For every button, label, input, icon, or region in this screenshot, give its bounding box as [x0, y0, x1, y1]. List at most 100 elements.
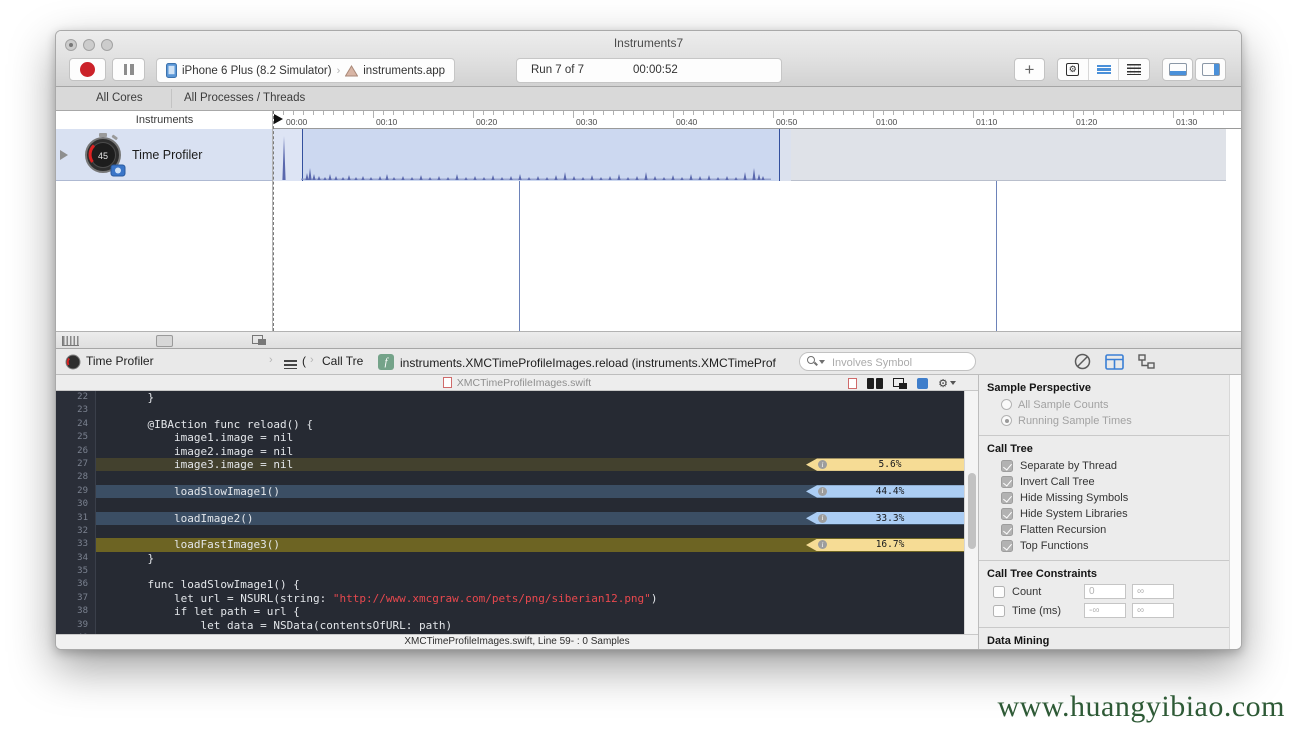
- inspection-head-flag[interactable]: [274, 114, 283, 124]
- editor-settings-button[interactable]: ⚙: [938, 377, 956, 390]
- ruler-tick: [973, 111, 974, 118]
- constraint-field[interactable]: ∞: [1132, 603, 1174, 618]
- code-line-28: 28: [56, 471, 978, 484]
- checkbox-hide-missing-symbols[interactable]: Hide Missing Symbols: [1001, 491, 1221, 504]
- histogram-zoom-icon[interactable]: [62, 336, 79, 346]
- source-file-tab[interactable]: XMCTimeProfileImages.swift: [56, 377, 978, 389]
- checkbox-invert-call-tree[interactable]: Invert Call Tree: [1001, 475, 1221, 488]
- file-icon[interactable]: [848, 378, 857, 389]
- ruler-tick: [593, 111, 594, 115]
- ruler-tick: [1113, 111, 1114, 115]
- breadcrumb-root[interactable]: Time Profiler: [86, 354, 154, 368]
- detail-type-icon[interactable]: [284, 358, 297, 371]
- pause-button[interactable]: [112, 58, 145, 81]
- ruler-label: 01:20: [1076, 117, 1097, 127]
- checkbox-flatten-recursion[interactable]: Flatten Recursion: [1001, 523, 1221, 536]
- line-number: 23: [56, 404, 96, 417]
- target-device-selector[interactable]: iPhone 6 Plus (8.2 Simulator) › instrume…: [156, 58, 455, 83]
- code-text: image2.image = nil: [121, 445, 293, 458]
- sample-percentage-badge[interactable]: i33.3%: [806, 512, 964, 524]
- device-name: iPhone 6 Plus (8.2 Simulator): [182, 65, 332, 77]
- ruler-label: 00:20: [476, 117, 497, 127]
- checkbox-icon[interactable]: [1001, 508, 1013, 520]
- toggle-detail-pane-button[interactable]: [1162, 58, 1193, 81]
- checkbox-top-functions[interactable]: Top Functions: [1001, 539, 1221, 552]
- split-editor-icon[interactable]: [867, 378, 883, 389]
- code-text: loadImage2(): [121, 512, 253, 525]
- radio-all-sample-counts[interactable]: All Sample Counts: [1001, 398, 1221, 411]
- ruler-tick: [483, 111, 484, 115]
- code-line-26: 26 image2.image = nil: [56, 445, 978, 458]
- checkbox-icon[interactable]: [1001, 492, 1013, 504]
- code-text: [121, 498, 128, 511]
- sample-percentage-badge[interactable]: i5.6%: [806, 458, 964, 470]
- source-code-editor[interactable]: 22 }23 24 @IBAction func reload() {25 im…: [56, 391, 978, 634]
- inspector-scrollbar-track[interactable]: [1229, 375, 1241, 649]
- record-settings-icon[interactable]: [1074, 353, 1091, 370]
- radio-running-sample-times[interactable]: Running Sample Times: [1001, 414, 1221, 427]
- radio-icon[interactable]: [1001, 415, 1012, 426]
- constraint-field[interactable]: ∞: [1132, 584, 1174, 599]
- ruler-tick: [623, 111, 624, 115]
- ruler-tick: [993, 111, 994, 115]
- layers-icon[interactable]: [893, 378, 907, 389]
- time-profiler-track-graph[interactable]: [273, 129, 1226, 181]
- code-text: [121, 471, 128, 484]
- sample-percentage-badge[interactable]: i44.4%: [806, 485, 964, 497]
- list-view-button[interactable]: [1089, 59, 1120, 80]
- ruler-tick: [1223, 111, 1224, 115]
- annotate-icon[interactable]: [917, 378, 928, 389]
- scrollbar-thumb[interactable]: [968, 473, 976, 549]
- checkbox-label: Hide Missing Symbols: [1020, 492, 1128, 504]
- ruler-tick: [493, 111, 494, 115]
- grid-view-button[interactable]: [1119, 59, 1149, 80]
- checkbox-icon[interactable]: [1001, 460, 1013, 472]
- track-list-column: [56, 111, 273, 331]
- ruler-tick: [1103, 111, 1104, 115]
- ruler-tick: [463, 111, 464, 115]
- checkbox-icon[interactable]: [993, 605, 1005, 617]
- checkbox-separate-by-thread[interactable]: Separate by Thread: [1001, 459, 1221, 472]
- all-processes-selector[interactable]: All Processes / Threads: [184, 92, 305, 104]
- breadcrumb-call-trees[interactable]: Call Tre: [322, 354, 363, 368]
- checkbox-icon[interactable]: [1001, 540, 1013, 552]
- radio-icon[interactable]: [1001, 399, 1012, 410]
- constraint-field[interactable]: -∞: [1084, 603, 1126, 618]
- checkbox-icon[interactable]: [1001, 524, 1013, 536]
- search-input[interactable]: [830, 354, 974, 371]
- track-pane-footer: [56, 331, 1241, 349]
- outline-view-icon[interactable]: [1138, 354, 1156, 370]
- inspection-head-line[interactable]: [273, 111, 274, 331]
- instrument-settings-button[interactable]: ⚙: [1058, 59, 1089, 80]
- timeline-ruler[interactable]: 00:0000:1000:2000:3000:4000:5001:0001:10…: [273, 111, 1241, 129]
- ruler-tick: [503, 111, 504, 115]
- ruler-tick: [533, 111, 534, 115]
- constraint-field[interactable]: 0: [1084, 584, 1126, 599]
- graph-style-icon[interactable]: [252, 335, 266, 345]
- title-bar[interactable]: Instruments7: [56, 31, 1241, 56]
- checkbox-icon[interactable]: [1001, 476, 1013, 488]
- ruler-tick: [1163, 111, 1164, 115]
- call-tree-view-icon[interactable]: [1105, 354, 1124, 370]
- ruler-tick: [353, 111, 354, 115]
- run-counter: Run 7 of 7: [531, 64, 584, 76]
- sample-percentage-badge[interactable]: i16.7%: [806, 539, 964, 551]
- window-title: Instruments7: [56, 36, 1241, 50]
- ruler-label: 01:10: [976, 117, 997, 127]
- add-instrument-button[interactable]: +: [1014, 58, 1045, 81]
- code-line-31: 31 loadImage2()i33.3%: [56, 512, 978, 525]
- ruler-tick: [1053, 111, 1054, 115]
- symbol-search-field[interactable]: [799, 352, 976, 371]
- track-height-button[interactable]: [156, 335, 173, 347]
- code-text: image3.image = nil: [121, 458, 293, 471]
- toggle-inspector-pane-button[interactable]: [1195, 58, 1226, 81]
- checkbox-icon[interactable]: [993, 586, 1005, 598]
- search-options-caret-icon[interactable]: [819, 360, 825, 364]
- line-number: 39: [56, 619, 96, 632]
- record-button[interactable]: [69, 58, 106, 81]
- ruler-tick: [1033, 111, 1034, 115]
- constraint-label: Count: [1012, 586, 1084, 598]
- checkbox-hide-system-libraries[interactable]: Hide System Libraries: [1001, 507, 1221, 520]
- all-cores-selector[interactable]: All Cores: [96, 92, 143, 104]
- editor-scrollbar[interactable]: [964, 391, 978, 634]
